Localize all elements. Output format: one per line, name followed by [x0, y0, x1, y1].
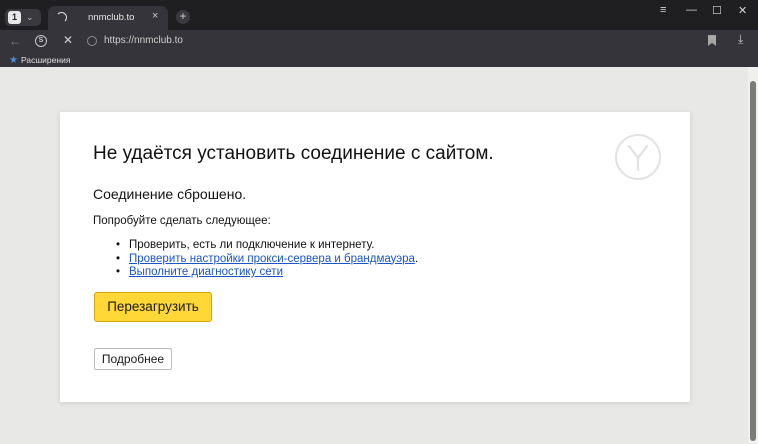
bookmarks-bar: ★ Расширения	[0, 54, 758, 67]
protect-icon[interactable]: S	[35, 35, 47, 47]
star-icon: ★	[9, 55, 18, 66]
network-diagnostics-link[interactable]: Выполните диагностику сети	[129, 266, 283, 278]
tabs-count-icon: 1	[8, 11, 21, 24]
maximize-icon[interactable]: ☐	[712, 4, 722, 17]
browser-titlebar: 1 ⌄ nnmclub.to × + ≡ — ☐ ✕	[0, 0, 758, 30]
error-title: Не удаётся установить соединение с сайто…	[93, 143, 494, 164]
back-arrow-icon[interactable]: ←	[9, 34, 21, 48]
menu-icon[interactable]: ≡	[660, 4, 666, 16]
suggestion-diagnostics: Выполните диагностику сети	[112, 266, 418, 280]
new-tab-button[interactable]: +	[176, 10, 190, 24]
bookmark-icon[interactable]	[708, 35, 716, 46]
scrollbar-thumb[interactable]	[750, 81, 756, 441]
suggestions-heading: Попробуйте сделать следующее:	[93, 215, 271, 227]
browser-tab[interactable]: nnmclub.to ×	[48, 6, 168, 30]
address-input[interactable]: https://nnmclub.to	[104, 35, 183, 46]
suggestions-list: Проверить, есть ли подключение к интерне…	[112, 239, 418, 280]
tab-title: nnmclub.to	[88, 12, 135, 23]
tabs-overview-button[interactable]: 1 ⌄	[5, 9, 41, 26]
site-icon[interactable]	[87, 36, 97, 46]
chevron-down-icon: ⌄	[26, 12, 34, 22]
close-window-icon[interactable]: ✕	[738, 4, 747, 17]
reload-button[interactable]: Перезагрузить	[94, 292, 212, 322]
minimize-icon[interactable]: —	[686, 4, 697, 16]
yandex-logo-icon	[615, 134, 661, 180]
extensions-bookmark[interactable]: Расширения	[21, 55, 70, 65]
proxy-settings-link[interactable]: Проверить настройки прокси-сервера и бра…	[129, 253, 415, 265]
suggestion-check-proxy: Проверить настройки прокси-сервера и бра…	[112, 253, 418, 267]
page-scrollbar[interactable]	[748, 67, 758, 444]
tab-close-icon[interactable]: ×	[152, 10, 158, 22]
error-card: Не удаётся установить соединение с сайто…	[60, 112, 690, 402]
details-button[interactable]: Подробнее	[94, 348, 172, 370]
suggestion-check-internet: Проверить, есть ли подключение к интерне…	[112, 239, 418, 253]
download-icon[interactable]: ⤓	[738, 32, 743, 47]
error-subtitle: Соединение сброшено.	[93, 186, 247, 202]
stop-loading-icon[interactable]: ✕	[63, 33, 73, 47]
loading-spinner-icon	[56, 12, 67, 23]
address-bar-row: ← S ✕ https://nnmclub.to ⤓	[0, 30, 758, 54]
